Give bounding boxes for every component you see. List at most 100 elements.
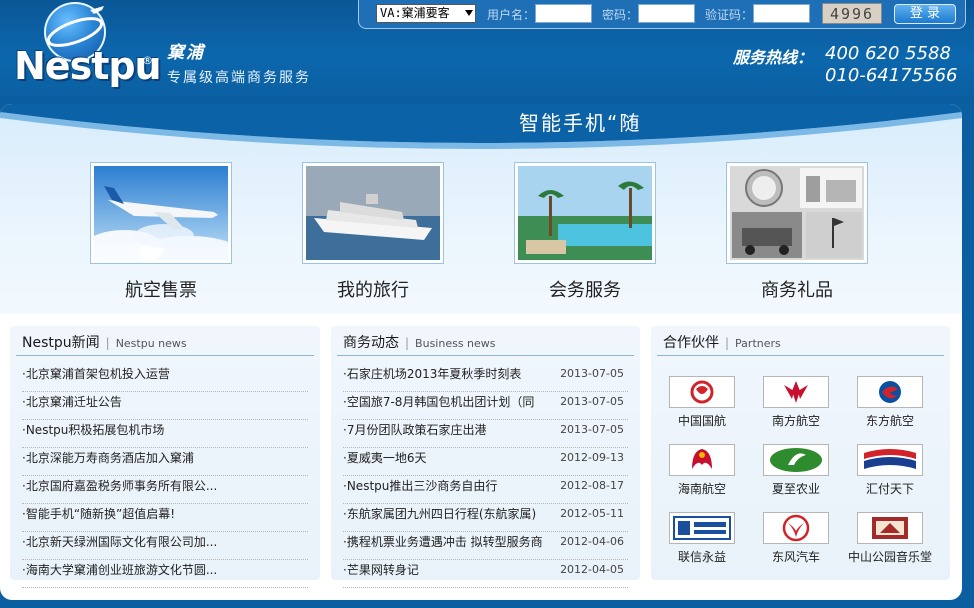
news-link[interactable]: 北京新天绿洲国际文化有限公司加... [26, 535, 217, 549]
partner-hainan-airlines[interactable]: 海南航空 [657, 444, 747, 497]
partner-dongfeng[interactable]: 东风汽车 [751, 512, 841, 565]
service-label-air-tickets[interactable]: 航空售票 [90, 276, 232, 302]
partner-surekam[interactable]: 联信永益 [657, 512, 747, 565]
news-panel: Nestpu新闻 | Nestpu news ·北京窠浦首架包机投入运营 ·北京窠浦… [10, 326, 320, 588]
brand-name-cn: 窠浦 [167, 43, 205, 63]
list-item[interactable]: ·芒果网转身记 2012-04-05 [343, 560, 628, 588]
item-date: 2013-07-05 [560, 367, 624, 380]
air-china-logo-icon [669, 376, 735, 408]
business-panel-title[interactable]: 商务动态 [343, 335, 399, 351]
registered-mark: ® [142, 54, 153, 67]
business-link[interactable]: 石家庄机场2013年夏秋季时刻表 [347, 367, 522, 381]
business-link[interactable]: Nestpu推出三沙商务自由行 [347, 479, 498, 493]
china-eastern-logo-icon [857, 376, 923, 408]
news-link[interactable]: 北京深能万寿商务酒店加入窠浦 [26, 451, 194, 465]
service-label-conference[interactable]: 会务服务 [514, 276, 656, 302]
service-label-business-gifts[interactable]: 商务礼品 [726, 276, 868, 302]
service-label-my-trip[interactable]: 我的旅行 [302, 276, 444, 302]
captcha-label: 验证码： [705, 8, 754, 22]
list-item[interactable]: ·石家庄机场2013年夏秋季时刻表 2013-07-05 [343, 364, 628, 392]
partner-air-china[interactable]: 中国国航 [657, 376, 747, 429]
list-item[interactable]: ·北京国府嘉盈税务师事务所有限公... [22, 476, 308, 504]
news-link[interactable]: 北京窠浦迁址公告 [26, 395, 122, 409]
list-item[interactable]: ·东航家属团九州四日行程(东航家属) 2012-05-11 [343, 504, 628, 532]
leaf-logo-icon [763, 444, 829, 476]
news-link[interactable]: 海南大学窠浦创业班旅游文化节圆... [26, 563, 217, 577]
list-item[interactable]: ·Nestpu积极拓展包机市场 [22, 420, 308, 448]
partner-zhongshan-concert-hall[interactable]: 中山公园音乐堂 [845, 512, 935, 565]
list-item[interactable]: ·北京新天绿洲国际文化有限公司加... [22, 532, 308, 560]
partner-chinapnr[interactable]: 汇付天下 [845, 444, 935, 497]
business-panel-subtitle: Business news [415, 337, 496, 350]
airplane-sky-image [94, 166, 228, 260]
item-date: 2012-04-06 [560, 535, 624, 548]
news-link[interactable]: Nestpu积极拓展包机市场 [26, 423, 165, 437]
password-label: 密码： [602, 8, 639, 22]
surekam-logo-icon [669, 512, 735, 544]
news-panel-header: Nestpu新闻 | Nestpu news [22, 332, 187, 354]
partner-xiazhi-agriculture[interactable]: 夏至农业 [751, 444, 841, 497]
list-item[interactable]: ·海南大学窠浦创业班旅游文化节圆... [22, 560, 308, 588]
list-item[interactable]: ·北京深能万寿商务酒店加入窠浦 [22, 448, 308, 476]
item-date: 2013-07-05 [560, 395, 624, 408]
news-list: ·北京窠浦首架包机投入运营 ·北京窠浦迁址公告 ·Nestpu积极拓展包机市场 … [22, 364, 308, 588]
partner-name: 东风汽车 [771, 550, 820, 564]
service-tile-business-gifts[interactable] [726, 162, 868, 264]
item-date: 2012-04-05 [560, 563, 624, 576]
divider [337, 355, 634, 356]
partners-panel-title[interactable]: 合作伙伴 [663, 335, 719, 351]
divider [657, 355, 944, 356]
separator: | [725, 336, 730, 350]
separator: | [105, 336, 110, 350]
hotline-label: 服务热线： [733, 48, 814, 67]
chinapnr-logo-icon [857, 444, 923, 476]
list-item[interactable]: ·Nestpu推出三沙商务自由行 2012-08-17 [343, 476, 628, 504]
business-link[interactable]: 7月份团队政策石家庄出港 [347, 423, 487, 437]
business-link[interactable]: 夏威夷一地6天 [347, 451, 427, 465]
service-tile-my-trip[interactable] [302, 162, 444, 264]
news-link[interactable]: 智能手机“随新换”超值启幕! [26, 507, 175, 521]
separator: | [405, 336, 410, 350]
partner-china-eastern[interactable]: 东方航空 [845, 376, 935, 429]
list-item[interactable]: ·空国旅7-8月韩国包机出团计划（同 2013-07-05 [343, 392, 628, 420]
login-bar: VA:窠浦要客 用户名： 密码： 验证码： 4996 登 录 [358, 0, 966, 29]
service-tile-air-tickets[interactable] [90, 162, 232, 264]
brand-tagline: 专属级高端商务服务 [167, 70, 311, 86]
business-link[interactable]: 携程机票业务遭遇冲击 拟转型服务商 [347, 535, 543, 549]
business-panel: 商务动态 | Business news ·石家庄机场2013年夏秋季时刻表 2013… [331, 326, 640, 588]
news-link[interactable]: 北京国府嘉盈税务师事务所有限公... [26, 479, 217, 493]
partner-china-southern[interactable]: 南方航空 [751, 376, 841, 429]
partner-name: 联信永益 [677, 550, 726, 564]
captcha-input[interactable] [753, 4, 810, 23]
partner-name: 东方航空 [865, 414, 914, 428]
business-link[interactable]: 东航家属团九州四日行程(东航家属) [347, 507, 536, 521]
news-link[interactable]: 北京窠浦首架包机投入运营 [26, 367, 170, 381]
password-input[interactable] [638, 4, 695, 23]
list-item[interactable]: ·7月份团队政策石家庄出港 2013-07-05 [343, 420, 628, 448]
list-item[interactable]: ·北京窠浦首架包机投入运营 [22, 364, 308, 392]
list-item[interactable]: ·智能手机“随新换”超值启幕! [22, 504, 308, 532]
china-southern-logo-icon [763, 376, 829, 408]
news-panel-title[interactable]: Nestpu新闻 [22, 335, 100, 351]
news-panel-subtitle: Nestpu news [115, 337, 187, 350]
list-item[interactable]: ·夏威夷一地6天 2012-09-13 [343, 448, 628, 476]
username-input[interactable] [535, 4, 592, 23]
partner-name: 中山公园音乐堂 [847, 550, 932, 564]
captcha-image[interactable]: 4996 [822, 3, 882, 24]
gifts-collage-image [730, 166, 864, 260]
member-type-select[interactable]: VA:窠浦要客 [376, 4, 476, 23]
scrolling-announcement[interactable]: 智能手机“随 [519, 107, 641, 136]
logo-wordmark[interactable]: Nestpu [14, 44, 162, 88]
hotline-phone-2: 010-64175566 [825, 65, 958, 86]
business-link[interactable]: 芒果网转身记 [347, 563, 419, 577]
username-label: 用户名： [487, 8, 536, 22]
list-item[interactable]: ·北京窠浦迁址公告 [22, 392, 308, 420]
item-date: 2012-08-17 [560, 479, 624, 492]
service-tile-conference[interactable] [514, 162, 656, 264]
partners-panel-header: 合作伙伴 | Partners [663, 332, 781, 354]
business-link[interactable]: 空国旅7-8月韩国包机出团计划（同 [347, 395, 535, 409]
partners-panel-subtitle: Partners [735, 337, 781, 350]
list-item[interactable]: ·携程机票业务遭遇冲击 拟转型服务商 2012-04-06 [343, 532, 628, 560]
concert-hall-logo-icon [857, 512, 923, 544]
login-button[interactable]: 登 录 [894, 4, 956, 24]
